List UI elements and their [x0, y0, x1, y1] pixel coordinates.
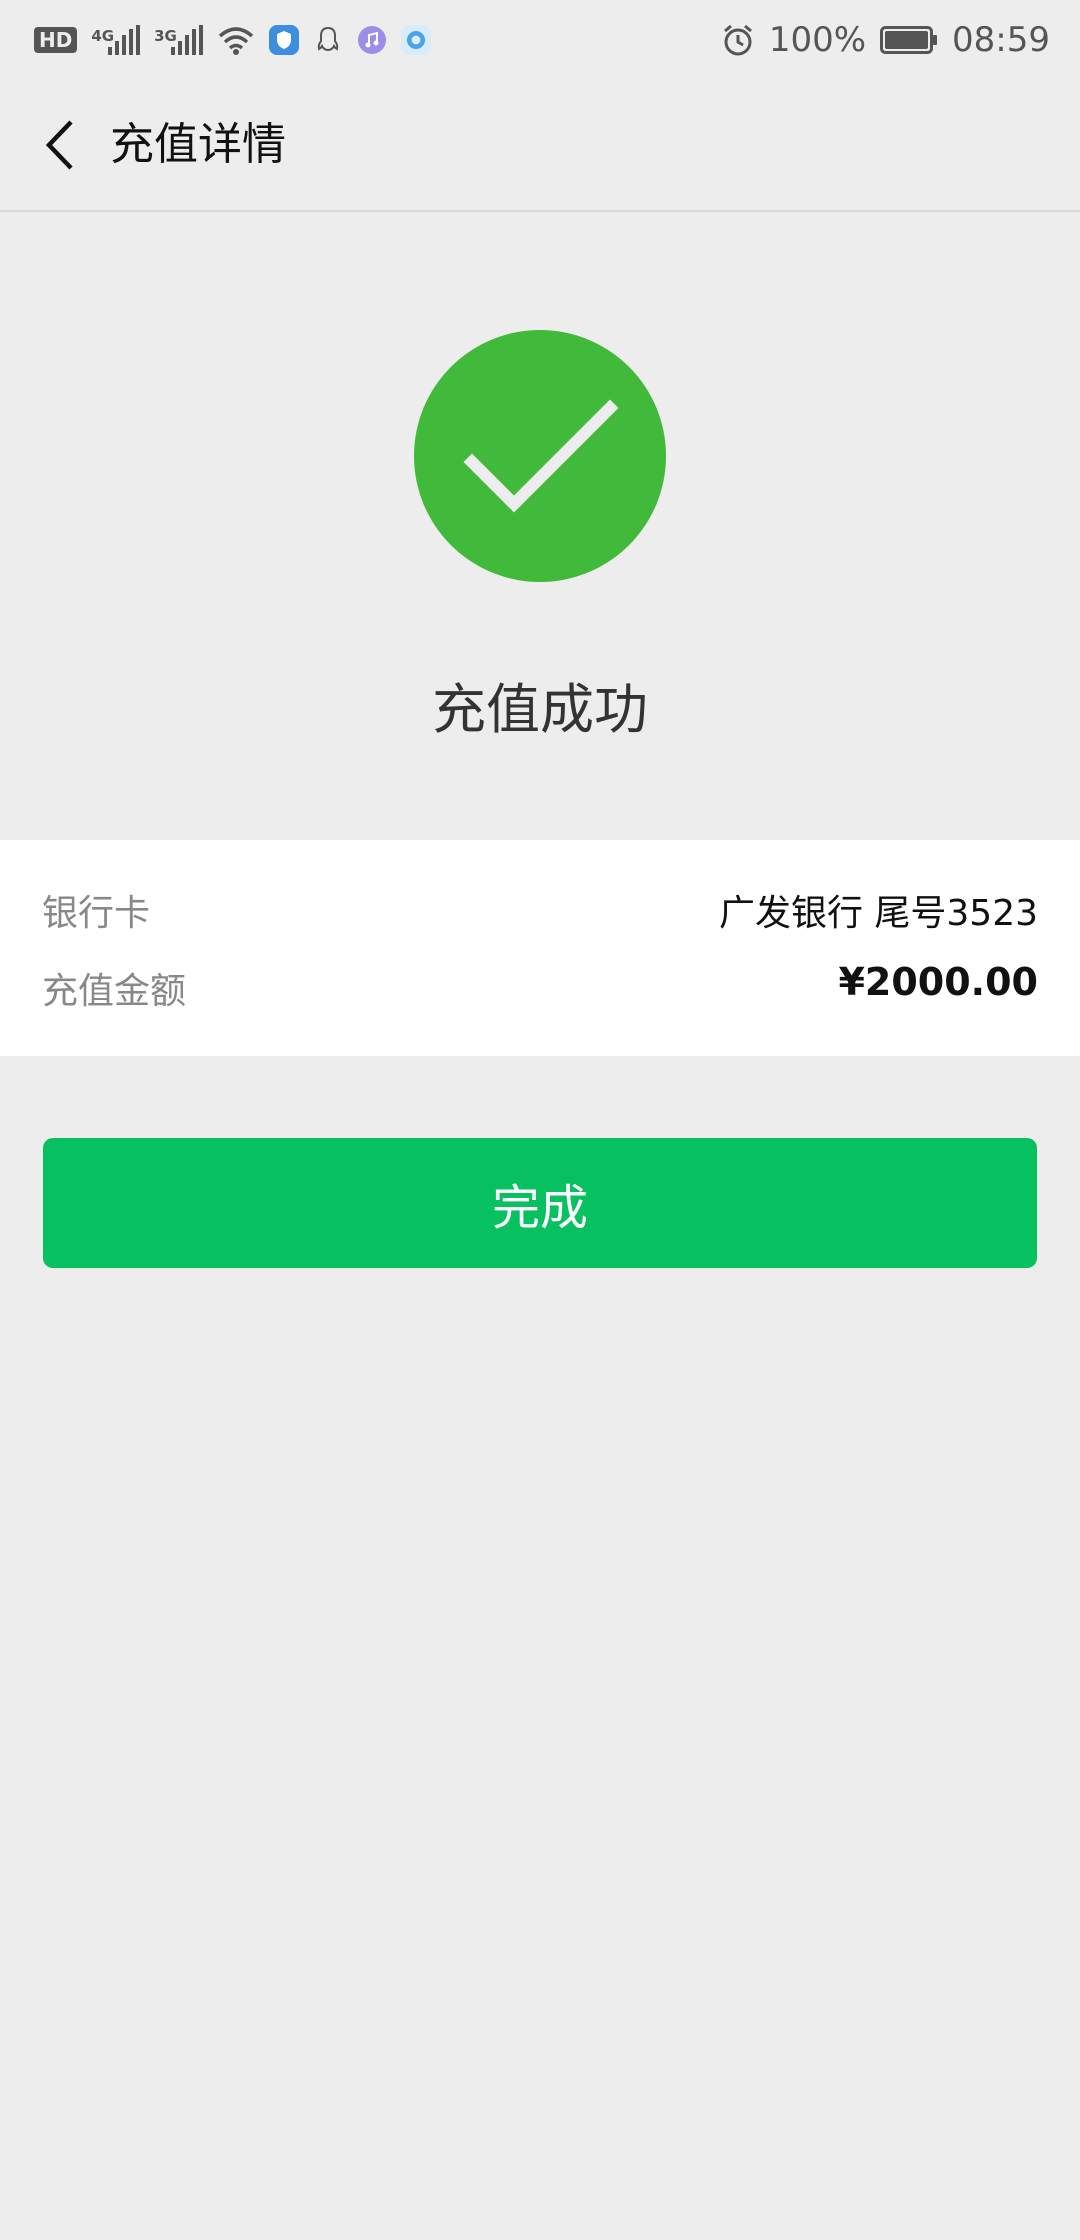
amount-value: ¥2000.00 [838, 960, 1038, 1004]
signal-3g: 3G [154, 25, 203, 55]
nav-header: 充值详情 [0, 80, 1080, 212]
bank-card-value: 广发银行 尾号3523 [718, 893, 1038, 934]
amount-label: 充值金额 [42, 971, 187, 1012]
status-bar: HD 4G 3G 100% 08:59 [0, 0, 1080, 80]
detail-row-bank-card: 银行卡 广发银行 尾号3523 [42, 880, 1038, 940]
alarm-icon [723, 24, 752, 56]
page-title: 充值详情 [110, 119, 286, 170]
hd-badge: HD [34, 27, 78, 53]
net-label-4g: 4G [91, 27, 115, 45]
battery-percent: 100% [768, 20, 867, 60]
shield-app-icon [268, 25, 299, 55]
status-left: HD 4G 3G [34, 0, 431, 80]
net-label-3g: 3G [154, 27, 177, 45]
done-button[interactable]: 完成 [43, 1138, 1037, 1268]
detail-card: 银行卡 广发银行 尾号3523 充值金额 ¥2000.00 [0, 840, 1080, 1056]
back-button[interactable] [30, 115, 90, 175]
check-circle-icon [414, 330, 666, 582]
battery-icon [880, 26, 938, 54]
browser-app-icon [400, 25, 431, 55]
qq-icon [317, 26, 339, 52]
music-app-icon [357, 26, 386, 54]
detail-row-amount: 充值金额 ¥2000.00 [42, 958, 1038, 1018]
bank-card-label: 银行卡 [42, 893, 151, 934]
success-status-text: 充值成功 [432, 678, 648, 741]
chevron-left-icon [45, 120, 73, 170]
signal-4g: 4G [91, 25, 141, 55]
status-right: 100% 08:59 [721, 0, 1050, 80]
wifi-icon [218, 27, 253, 55]
clock-time: 08:59 [952, 20, 1050, 60]
